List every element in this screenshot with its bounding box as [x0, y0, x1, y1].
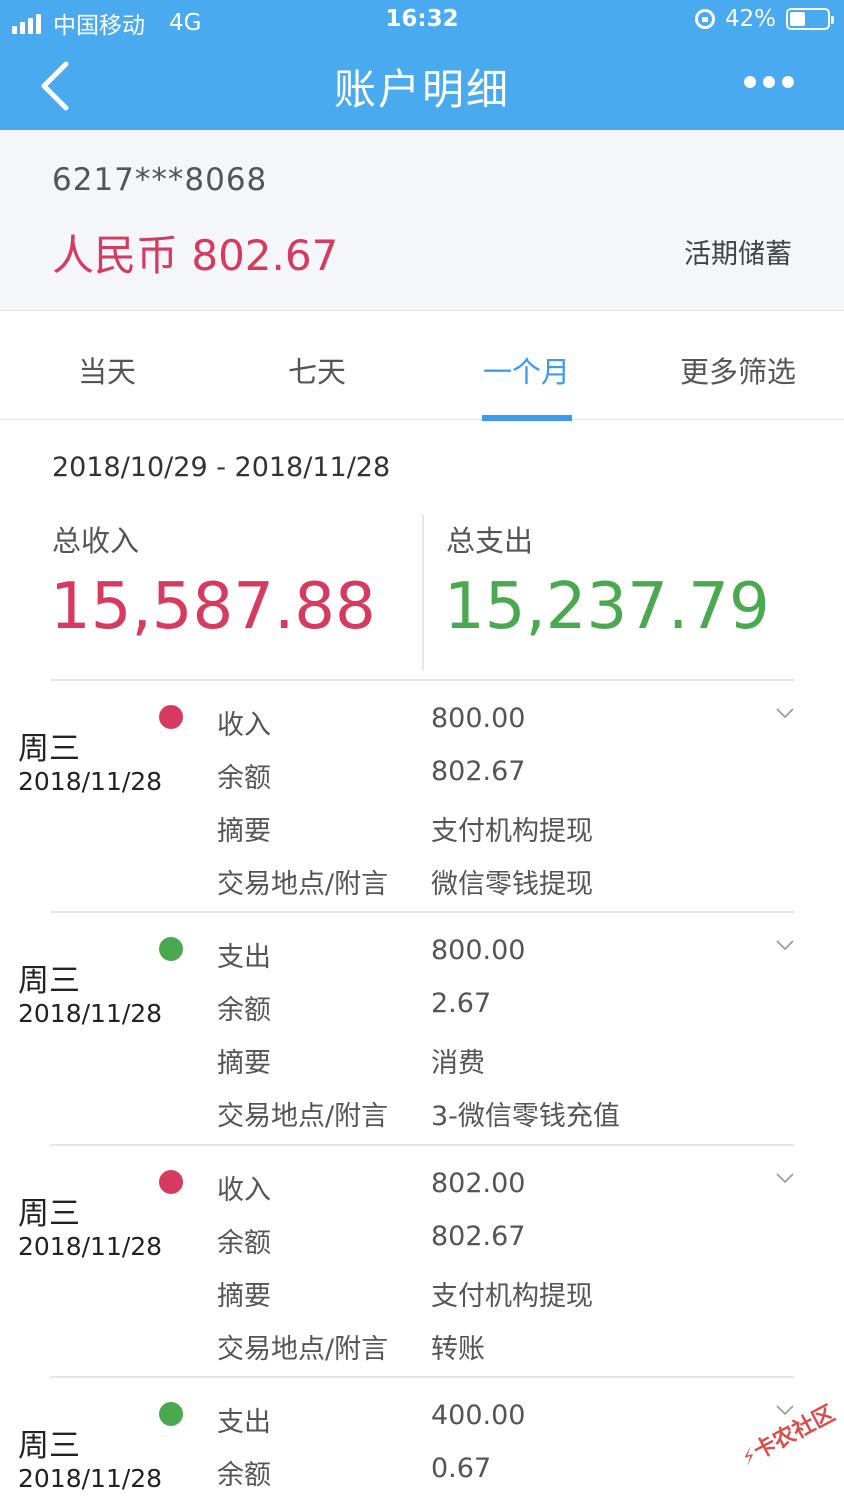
battery-percent: 42%	[724, 6, 776, 32]
tx-type-label: 支出	[217, 1407, 271, 1438]
tx-balance-label: 余额	[217, 1460, 271, 1491]
battery-icon	[786, 8, 834, 30]
tx-place-label: 交易地点/附言	[217, 869, 389, 900]
orientation-lock-icon	[694, 9, 715, 29]
tx-weekday: 周三	[18, 1196, 80, 1232]
tx-date: 2018/11/28	[18, 1232, 163, 1261]
tx-summary: 支付机构提现	[431, 816, 593, 847]
chevron-down-icon[interactable]	[775, 703, 795, 723]
chevron-down-icon[interactable]	[775, 935, 795, 955]
tx-weekday: 周三	[18, 731, 80, 767]
tx-balance: 0.67	[431, 1453, 492, 1484]
page-title: 账户明细	[333, 65, 510, 114]
account-type: 活期储蓄	[684, 239, 792, 270]
divider	[50, 1376, 794, 1378]
date-range: 2018/10/29 - 2018/11/28	[52, 452, 391, 483]
income-dot-icon	[159, 705, 183, 729]
tx-summary: 消费	[431, 1048, 485, 1079]
tx-date: 2018/11/28	[18, 767, 163, 796]
status-bar: 中国移动 4G 16:32 42%	[0, 0, 844, 44]
tab-more-filters[interactable]: 更多筛选	[680, 349, 796, 391]
divider	[50, 911, 794, 913]
period-tabs: 当天 七天 一个月 更多筛选	[0, 310, 844, 421]
transaction-item[interactable]: 周三 2018/11/28 支出 800.00 余额 2.67 摘要 消费 交易…	[0, 911, 844, 1143]
chevron-down-icon[interactable]	[775, 1168, 795, 1188]
tx-weekday: 周三	[18, 1428, 80, 1464]
expense-total: 15,237.79	[444, 570, 770, 644]
tx-place: 3-微信零钱充值	[431, 1101, 620, 1132]
account-card: 6217***8068 人民币 802.67 活期储蓄	[0, 130, 844, 310]
tx-type-label: 收入	[217, 710, 271, 741]
tx-date: 2018/11/28	[18, 1464, 163, 1493]
more-options-icon[interactable]	[744, 76, 794, 88]
tx-amount: 802.00	[431, 1168, 526, 1199]
tx-type-label: 收入	[217, 1175, 271, 1206]
income-total: 15,587.88	[50, 570, 376, 644]
tx-balance-label: 余额	[217, 995, 271, 1026]
tx-weekday: 周三	[18, 963, 80, 999]
income-dot-icon	[159, 1170, 183, 1194]
transaction-item[interactable]: 周三 2018/11/28 收入 800.00 余额 802.67 摘要 支付机…	[0, 679, 844, 911]
tab-one-month[interactable]: 一个月	[483, 349, 570, 391]
tx-amount: 800.00	[431, 703, 526, 734]
tx-balance-label: 余额	[217, 1228, 271, 1259]
summary-divider	[422, 515, 424, 670]
expense-label: 总支出	[446, 524, 534, 558]
tx-balance: 802.67	[431, 756, 526, 787]
tx-balance-label: 余额	[217, 763, 271, 794]
divider	[50, 1144, 794, 1146]
tab-seven-days[interactable]: 七天	[288, 349, 346, 391]
tx-summary-label: 摘要	[217, 1048, 271, 1079]
expense-dot-icon	[159, 937, 183, 961]
tx-summary-label: 摘要	[217, 1281, 271, 1312]
app-header: 中国移动 4G 16:32 42% 账户明细	[0, 0, 844, 130]
tab-today[interactable]: 当天	[78, 349, 136, 391]
tx-balance: 802.67	[431, 1221, 526, 1252]
active-tab-indicator	[482, 415, 572, 421]
divider	[50, 679, 794, 681]
tx-place-label: 交易地点/附言	[217, 1101, 389, 1132]
transaction-item[interactable]: 周三 2018/11/28 支出 400.00 余额 0.67	[0, 1376, 844, 1500]
account-number: 6217***8068	[52, 162, 268, 198]
tx-type-label: 支出	[217, 942, 271, 973]
tx-place-label: 交易地点/附言	[217, 1334, 389, 1365]
tx-summary: 支付机构提现	[431, 1281, 593, 1312]
income-label: 总收入	[52, 524, 140, 558]
tx-place: 转账	[431, 1334, 485, 1365]
transaction-item[interactable]: 周三 2018/11/28 收入 802.00 余额 802.67 摘要 支付机…	[0, 1144, 844, 1376]
expense-dot-icon	[159, 1402, 183, 1426]
tx-summary-label: 摘要	[217, 816, 271, 847]
tx-date: 2018/11/28	[18, 999, 163, 1028]
tx-place: 微信零钱提现	[431, 869, 593, 900]
account-balance: 人民币 802.67	[52, 231, 339, 280]
tx-balance: 2.67	[431, 988, 492, 1019]
tx-amount: 400.00	[431, 1400, 526, 1431]
tx-amount: 800.00	[431, 935, 526, 966]
